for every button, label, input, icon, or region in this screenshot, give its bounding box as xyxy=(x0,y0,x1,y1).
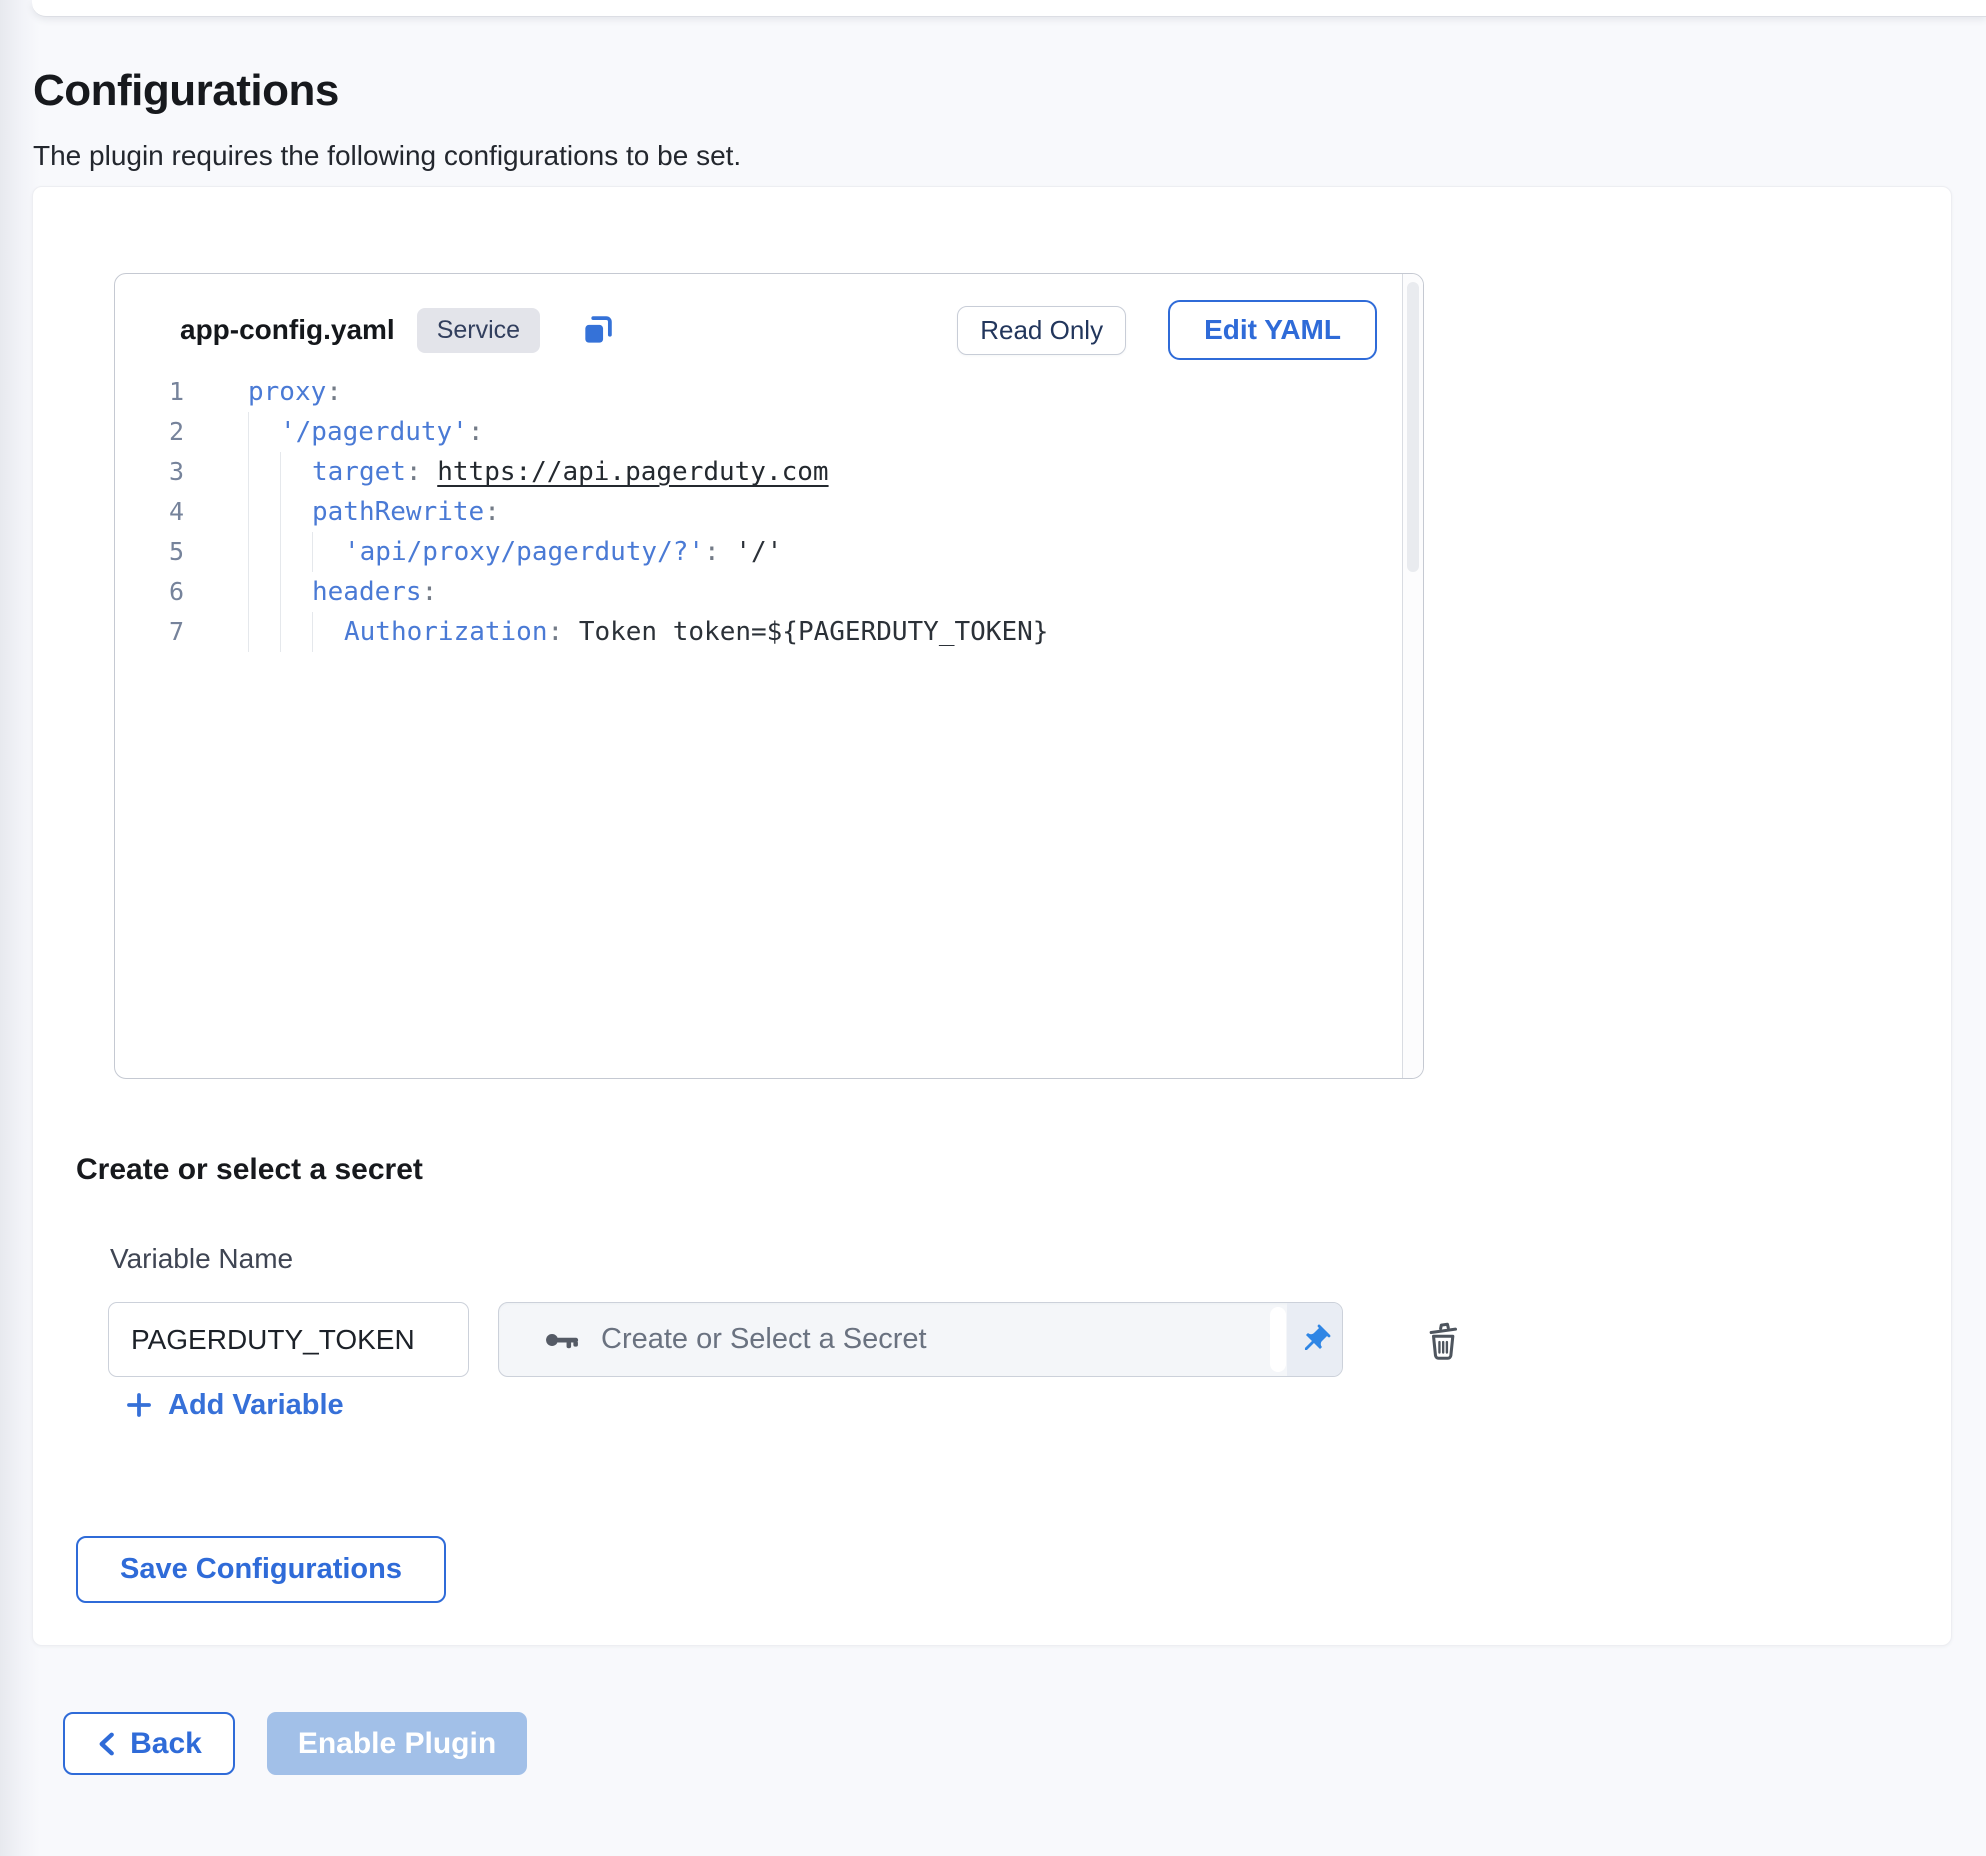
code-segment: proxy xyxy=(248,372,326,412)
code-segment: Token token=${PAGERDUTY_TOKEN} xyxy=(579,612,1049,652)
delete-variable-button[interactable] xyxy=(1418,1315,1468,1365)
code-segment: : xyxy=(548,612,579,652)
code-segment: '/' xyxy=(735,532,782,572)
key-icon xyxy=(541,1319,583,1361)
code-segment: target xyxy=(312,452,406,492)
edit-yaml-button[interactable]: Edit YAML xyxy=(1168,300,1377,360)
indent-guide xyxy=(312,532,344,572)
code-segment: : xyxy=(326,372,342,412)
indent-guide xyxy=(280,572,312,612)
code-segment: Authorization xyxy=(344,612,548,652)
code-line: 7 Authorization: Token token=${PAGERDUTY_… xyxy=(115,612,1401,652)
scrollbar-thumb[interactable] xyxy=(1407,282,1419,572)
indent-guide xyxy=(248,452,280,492)
code-segment: 'api/proxy/pagerduty/?' xyxy=(344,532,704,572)
indent-guide xyxy=(312,612,344,652)
service-badge: Service xyxy=(417,308,540,353)
indent-guide xyxy=(248,532,280,572)
line-number: 7 xyxy=(115,612,184,652)
variable-name-input[interactable] xyxy=(108,1302,469,1377)
code-editor-card: app-config.yaml Service Read Only Edit Y… xyxy=(114,273,1424,1079)
line-number: 6 xyxy=(115,572,184,612)
previous-card-edge xyxy=(32,0,1986,17)
code-line: 4 pathRewrite: xyxy=(115,492,1401,532)
code-line: 3 target: https://api.pagerduty.com xyxy=(115,452,1401,492)
add-variable-button[interactable]: Add Variable xyxy=(126,1383,344,1427)
trash-icon xyxy=(1422,1318,1464,1362)
code-segment: : xyxy=(406,452,437,492)
select-divider xyxy=(1270,1307,1286,1372)
code-segment: https://api.pagerduty.com xyxy=(437,452,828,492)
indent-guide xyxy=(280,612,312,652)
line-number: 5 xyxy=(115,532,184,572)
code-line: 1 proxy: xyxy=(115,372,1401,412)
secret-select[interactable]: Create or Select a Secret xyxy=(498,1302,1343,1377)
code-line: 5 'api/proxy/pagerduty/?': '/' xyxy=(115,532,1401,572)
code-segment: headers xyxy=(312,572,422,612)
chevron-left-icon xyxy=(96,1731,116,1757)
indent-guide xyxy=(248,572,280,612)
line-number: 3 xyxy=(115,452,184,492)
page-title: Configurations xyxy=(33,66,339,116)
indent-guide xyxy=(280,532,312,572)
back-button-label: Back xyxy=(130,1727,202,1761)
page-subtitle: The plugin requires the following config… xyxy=(33,140,741,172)
back-button[interactable]: Back xyxy=(63,1712,235,1775)
pin-button[interactable] xyxy=(1287,1303,1342,1376)
code-segment: pathRewrite xyxy=(312,492,484,532)
indent-guide xyxy=(248,412,280,452)
secret-section-heading: Create or select a secret xyxy=(76,1153,423,1187)
indent-guide xyxy=(248,612,280,652)
code-segment: '/pagerduty' xyxy=(280,412,468,452)
line-number: 4 xyxy=(115,492,184,532)
code-line: 6 headers: xyxy=(115,572,1401,612)
filename-label: app-config.yaml xyxy=(180,314,395,346)
code-segment: : xyxy=(422,572,438,612)
code-segment: : xyxy=(468,412,484,452)
copy-icon xyxy=(579,311,617,349)
enable-plugin-button[interactable]: Enable Plugin xyxy=(267,1712,527,1775)
configurations-card: app-config.yaml Service Read Only Edit Y… xyxy=(32,186,1952,1646)
line-number: 1 xyxy=(115,372,184,412)
copy-button[interactable] xyxy=(578,310,618,350)
read-only-badge: Read Only xyxy=(957,306,1126,355)
save-configurations-button[interactable]: Save Configurations xyxy=(76,1536,446,1603)
code-segment: : xyxy=(484,492,500,532)
secret-select-placeholder: Create or Select a Secret xyxy=(601,1323,927,1356)
indent-guide xyxy=(280,492,312,532)
code-editor-header: app-config.yaml Service Read Only Edit Y… xyxy=(180,298,1377,362)
add-variable-label: Add Variable xyxy=(168,1389,344,1422)
code-segment: : xyxy=(704,532,735,572)
indent-guide xyxy=(280,452,312,492)
code-scrollbar[interactable] xyxy=(1402,274,1423,1078)
indent-guide xyxy=(248,492,280,532)
variable-name-label: Variable Name xyxy=(110,1243,293,1275)
code-lines: 1 proxy: 2 '/pagerduty': 3 target: https://ap… xyxy=(115,372,1401,652)
plus-icon xyxy=(126,1392,152,1418)
line-number: 2 xyxy=(115,412,184,452)
pin-icon xyxy=(1298,1323,1332,1357)
code-line: 2 '/pagerduty': xyxy=(115,412,1401,452)
